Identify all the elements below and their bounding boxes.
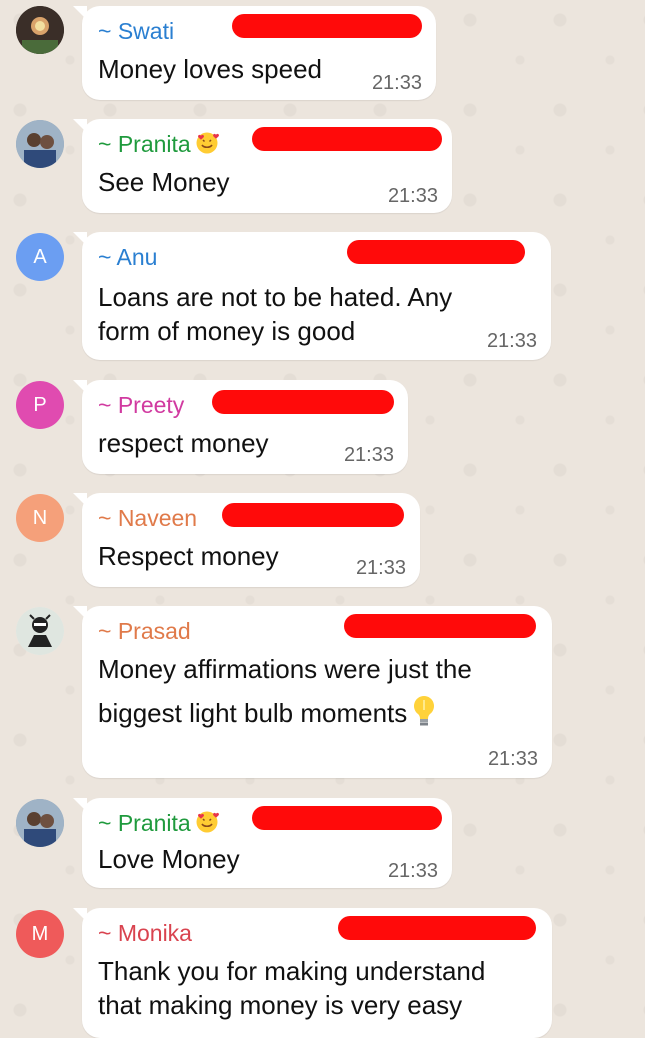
sender-name[interactable]: ~ Preety	[98, 392, 184, 419]
message-text: Loans are not to be hated. Any	[98, 282, 453, 312]
sender-name[interactable]: ~ Pranita	[98, 810, 219, 837]
redaction-mark	[252, 806, 442, 830]
avatar[interactable]	[16, 607, 64, 655]
redaction-mark	[252, 127, 442, 151]
sender-name[interactable]: ~ Prasad	[98, 618, 191, 645]
avatar-initial: M	[31, 922, 49, 945]
avatar[interactable]: A	[16, 233, 64, 281]
smiling-face-with-hearts-icon	[195, 810, 219, 834]
message-text: Money affirmations were just the	[98, 654, 472, 684]
timestamp: 21:33	[387, 185, 438, 207]
sender-name[interactable]: ~ Anu	[98, 244, 157, 271]
message-text: Love Money	[98, 844, 240, 874]
avatar[interactable]: N	[16, 494, 64, 542]
message-bubble[interactable]: ~ Preety respect money 21:33	[73, 380, 408, 474]
sender-name-text[interactable]: ~ Pranita	[98, 810, 191, 836]
avatar-initial: A	[33, 245, 47, 268]
message-text-line: biggest light bulb moments	[98, 698, 408, 728]
timestamp: 21:33	[343, 444, 394, 466]
message-text: Respect money	[98, 541, 279, 571]
message-text: Money loves speed	[98, 54, 323, 84]
avatar[interactable]	[16, 799, 64, 847]
timestamp: 21:33	[487, 748, 538, 770]
message-text: biggest light bulb moments	[98, 694, 437, 730]
light-bulb-icon	[411, 694, 437, 728]
avatar[interactable]	[16, 6, 64, 54]
avatar-initial: N	[32, 506, 48, 529]
avatar[interactable]: P	[16, 381, 64, 429]
redaction-mark	[232, 14, 422, 38]
message-bubble[interactable]: ~ Anu Loans are not to be hated. Any for…	[73, 232, 551, 360]
redaction-mark	[347, 240, 525, 264]
avatar[interactable]: M	[16, 910, 64, 958]
message-text: respect money	[98, 428, 269, 458]
timestamp: 21:33	[371, 72, 422, 94]
sender-name-text[interactable]: ~ Pranita	[98, 131, 191, 157]
message-bubble[interactable]: ~ Swati Money loves speed 21:33	[73, 6, 436, 100]
sender-name[interactable]: ~ Pranita	[98, 131, 219, 158]
message-bubble[interactable]: ~ Prasad Money affirmations were just th…	[73, 606, 552, 778]
timestamp: 21:33	[355, 557, 406, 579]
timestamp: 21:33	[387, 860, 438, 882]
sender-name[interactable]: ~ Monika	[98, 920, 192, 947]
avatar-initial: P	[33, 393, 47, 416]
message-bubble[interactable]: ~ Pranita Love Money 21:33	[73, 798, 452, 888]
redaction-mark	[338, 916, 536, 940]
redaction-mark	[344, 614, 536, 638]
redaction-mark	[212, 390, 394, 414]
message-text: that making money is very easy	[98, 990, 463, 1020]
message-text: Thank you for making understand	[98, 956, 486, 986]
message-text: See Money	[98, 167, 230, 197]
message-text: form of money is good	[98, 316, 356, 346]
message-bubble[interactable]: ~ Pranita See Money 21:33	[73, 119, 452, 213]
message-bubble[interactable]: ~ Naveen Respect money 21:33	[73, 493, 420, 587]
avatar[interactable]	[16, 120, 64, 168]
sender-name[interactable]: ~ Naveen	[98, 505, 197, 532]
redaction-mark	[222, 503, 404, 527]
message-bubble[interactable]: ~ Monika Thank you for making understand…	[73, 908, 552, 1038]
sender-name[interactable]: ~ Swati	[98, 18, 174, 45]
smiling-face-with-hearts-icon	[195, 131, 219, 155]
timestamp: 21:33	[486, 330, 537, 352]
